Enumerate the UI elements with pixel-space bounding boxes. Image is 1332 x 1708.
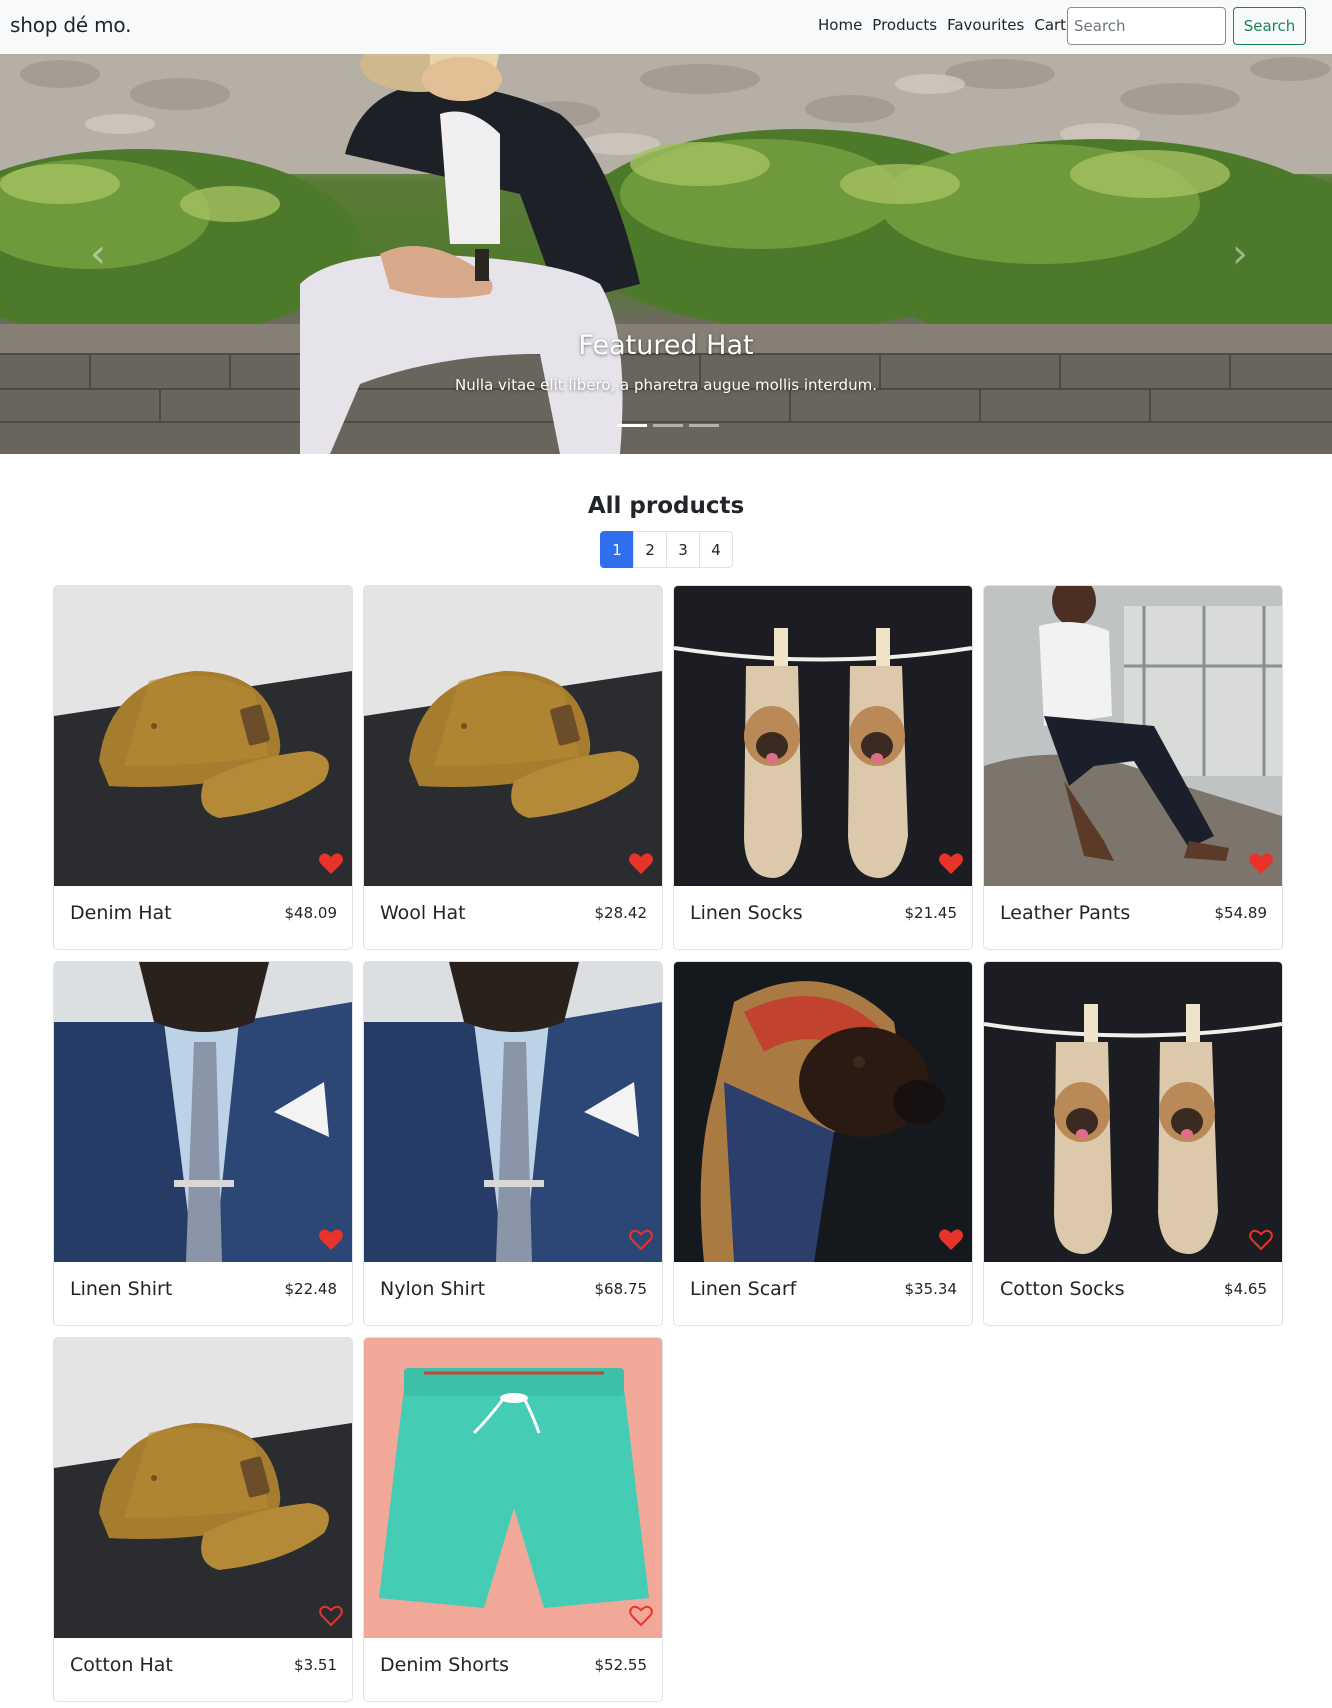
favourite-heart-icon[interactable] (938, 1228, 964, 1252)
product-price: $21.45 (904, 904, 958, 922)
favourite-heart-icon[interactable] (318, 852, 344, 876)
page-2[interactable]: 2 (633, 531, 667, 568)
page-1[interactable]: 1 (600, 531, 634, 568)
carousel-caption-title: Featured Hat (578, 330, 754, 361)
product-card[interactable]: Linen Scarf $35.34 (673, 961, 973, 1326)
carousel-indicator-3[interactable] (689, 424, 719, 427)
product-price: $68.75 (594, 1280, 648, 1298)
carousel-caption-subtitle: Nulla vitae elit libero, a pharetra augu… (455, 376, 877, 394)
favourite-heart-icon[interactable] (628, 852, 654, 876)
nav-link-favourites[interactable]: Favourites (947, 16, 1024, 34)
product-price: $54.89 (1214, 904, 1268, 922)
product-name: Denim Hat (70, 902, 172, 924)
favourite-heart-icon[interactable] (628, 1228, 654, 1252)
product-name: Linen Shirt (70, 1278, 173, 1300)
favourite-heart-icon[interactable] (318, 1604, 344, 1628)
page-3[interactable]: 3 (666, 531, 700, 568)
product-price: $22.48 (284, 1280, 338, 1298)
section-title: All products (587, 493, 745, 519)
carousel-image (0, 54, 1332, 454)
carousel-prev-icon[interactable]: ‹ (83, 229, 113, 279)
nav-link-home[interactable]: Home (818, 16, 862, 34)
product-card[interactable]: Linen Socks $21.45 (673, 585, 973, 950)
product-name: Leather Pants (1000, 902, 1131, 924)
product-price: $52.55 (594, 1656, 648, 1674)
product-name: Wool Hat (380, 902, 466, 924)
product-card[interactable]: Cotton Socks $4.65 (983, 961, 1283, 1326)
product-image[interactable] (674, 586, 972, 886)
favourite-heart-icon[interactable] (318, 1228, 344, 1252)
product-name: Nylon Shirt (380, 1278, 486, 1300)
product-image[interactable] (364, 962, 662, 1262)
nav-link-products[interactable]: Products (872, 16, 937, 34)
product-price: $4.65 (1224, 1280, 1267, 1298)
favourite-heart-icon[interactable] (1248, 1228, 1274, 1252)
nav-links: Home Products Favourites Cart (818, 16, 1066, 34)
product-card[interactable]: Linen Shirt $22.48 (53, 961, 353, 1326)
product-image[interactable] (364, 586, 662, 886)
search-input[interactable] (1067, 7, 1226, 45)
product-price: $48.09 (284, 904, 338, 922)
product-card[interactable]: Denim Shorts $52.55 (363, 1337, 663, 1702)
product-name: Denim Shorts (380, 1654, 510, 1676)
navbar: shop dé mo. Home Products Favourites Car… (0, 0, 1332, 54)
product-name: Cotton Socks (1000, 1278, 1125, 1300)
product-card[interactable]: Leather Pants $54.89 (983, 585, 1283, 950)
product-image[interactable] (54, 586, 352, 886)
product-price: $35.34 (904, 1280, 958, 1298)
favourite-heart-icon[interactable] (628, 1604, 654, 1628)
favourite-heart-icon[interactable] (938, 852, 964, 876)
product-image[interactable] (54, 1338, 352, 1638)
carousel-next-icon[interactable]: › (1225, 229, 1255, 279)
product-image[interactable] (674, 962, 972, 1262)
product-image[interactable] (984, 962, 1282, 1262)
product-price: $28.42 (594, 904, 648, 922)
product-card[interactable]: Denim Hat $48.09 (53, 585, 353, 950)
carousel-indicators (617, 424, 719, 427)
nav-link-cart[interactable]: Cart (1034, 16, 1066, 34)
page-4[interactable]: 4 (699, 531, 733, 568)
brand-logo[interactable]: shop dé mo. (10, 13, 131, 37)
product-image[interactable] (54, 962, 352, 1262)
favourite-heart-icon[interactable] (1248, 852, 1274, 876)
pagination: 1 2 3 4 (600, 531, 733, 568)
carousel-indicator-1[interactable] (617, 424, 647, 427)
carousel-indicator-2[interactable] (653, 424, 683, 427)
product-image[interactable] (364, 1338, 662, 1638)
product-name: Linen Scarf (690, 1278, 797, 1300)
product-name: Linen Socks (690, 902, 803, 924)
product-grid: Denim Hat $48.09 Wool Hat $28.42 Linen Soc… (53, 585, 1283, 1702)
product-name: Cotton Hat (70, 1654, 173, 1676)
product-card[interactable]: Wool Hat $28.42 (363, 585, 663, 950)
search-button[interactable]: Search (1233, 7, 1306, 45)
product-card[interactable]: Nylon Shirt $68.75 (363, 961, 663, 1326)
product-image[interactable] (984, 586, 1282, 886)
featured-carousel: ‹ › Featured Hat Nulla vitae elit libero… (0, 54, 1332, 454)
product-price: $3.51 (294, 1656, 337, 1674)
product-card[interactable]: Cotton Hat $3.51 (53, 1337, 353, 1702)
